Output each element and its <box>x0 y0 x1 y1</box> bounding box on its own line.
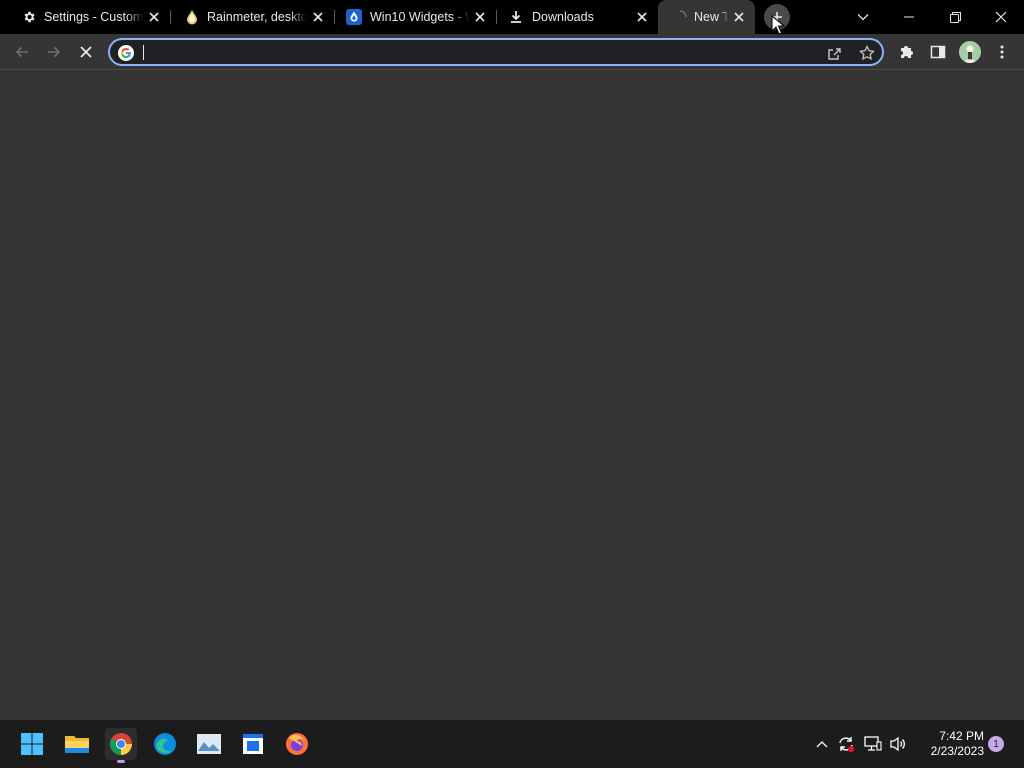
close-window-button[interactable] <box>978 0 1024 34</box>
close-tab-icon[interactable] <box>634 9 650 25</box>
back-button[interactable] <box>10 40 34 64</box>
win10-widgets-drop-icon <box>346 9 362 25</box>
file-explorer-button[interactable] <box>61 728 93 760</box>
tab-strip: Settings - Customi Rainmeter, desktop Wi… <box>0 0 1024 34</box>
stop-loading-button[interactable] <box>74 40 98 64</box>
taskbar-clock[interactable]: 7:42 PM 2/23/2023 <box>916 729 984 759</box>
tab-downloads[interactable]: Downloads <box>496 0 658 34</box>
clock-date: 2/23/2023 <box>930 744 984 758</box>
puzzle-icon <box>901 46 913 58</box>
tab-rainmeter[interactable]: Rainmeter, desktop <box>170 0 334 34</box>
show-hidden-icons-button[interactable] <box>812 734 832 754</box>
photos-button[interactable] <box>193 728 225 760</box>
firefox-button[interactable] <box>281 728 313 760</box>
page-content <box>0 71 1024 720</box>
firefox-icon <box>286 733 308 755</box>
stop-icon <box>80 46 92 58</box>
tab-title: Downloads <box>532 10 594 24</box>
side-panel-button[interactable] <box>926 40 950 64</box>
download-icon <box>508 9 524 25</box>
loading-icon <box>672 9 688 25</box>
chrome-taskbar-button[interactable] <box>105 728 137 763</box>
tab-title: Win10 Widgets - W <box>370 10 470 24</box>
minimize-button[interactable] <box>886 0 932 34</box>
edge-icon <box>154 733 176 755</box>
restore-button[interactable] <box>932 0 978 34</box>
address-bar[interactable] <box>108 38 884 66</box>
tab-title: Settings - Customi <box>44 10 144 24</box>
tab-title: Rainmeter, desktop <box>207 10 307 24</box>
close-tab-icon[interactable] <box>731 9 747 25</box>
start-button[interactable] <box>16 728 48 760</box>
sync-tray-icon[interactable] <box>836 734 856 754</box>
edge-button[interactable] <box>149 728 181 760</box>
restore-icon <box>949 11 961 23</box>
forward-arrow-icon <box>48 46 61 58</box>
rainmeter-drop-icon <box>184 9 200 25</box>
photos-icon <box>197 734 221 754</box>
notepad-button[interactable] <box>237 728 269 760</box>
close-tab-icon[interactable] <box>146 9 162 25</box>
avatar-icon <box>959 41 981 63</box>
google-icon <box>118 45 134 61</box>
mouse-cursor-icon <box>771 15 785 35</box>
close-tab-icon[interactable] <box>310 9 326 25</box>
forward-button[interactable] <box>42 40 66 64</box>
browser-window: Settings - Customi Rainmeter, desktop Wi… <box>0 0 1024 768</box>
tab-title: New Tab <box>694 10 728 24</box>
tab-settings[interactable]: Settings - Customi <box>0 0 170 34</box>
bookmark-star-icon[interactable] <box>858 44 876 62</box>
volume-icon[interactable] <box>888 734 908 754</box>
tab-win10-widgets[interactable]: Win10 Widgets - W <box>334 0 496 34</box>
folder-icon <box>65 736 89 753</box>
clock-time: 7:42 PM <box>939 729 984 743</box>
browser-toolbar <box>0 34 1024 70</box>
chevron-down-icon <box>857 14 869 21</box>
taskbar: 7:42 PM 2/23/2023 <box>0 720 1024 768</box>
share-icon[interactable] <box>826 44 844 62</box>
omnibox-input[interactable] <box>144 43 784 61</box>
back-arrow-icon <box>15 46 28 58</box>
network-icon[interactable] <box>863 734 883 754</box>
minimize-icon <box>904 16 914 18</box>
kebab-menu-icon <box>1000 45 1004 59</box>
notepad-icon <box>243 734 263 754</box>
extensions-button[interactable] <box>894 40 918 64</box>
tab-search-button[interactable] <box>840 0 886 34</box>
chevron-up-icon <box>816 741 828 748</box>
side-panel-icon <box>930 45 946 59</box>
windows-logo-icon <box>21 733 43 755</box>
tab-new-tab[interactable]: New Tab <box>658 0 755 34</box>
chrome-icon <box>110 733 132 755</box>
close-icon <box>995 11 1007 23</box>
notification-badge[interactable]: 1 <box>988 736 1004 752</box>
close-tab-icon[interactable] <box>472 9 488 25</box>
profile-avatar[interactable] <box>959 41 981 63</box>
gear-icon <box>21 9 37 25</box>
chrome-menu-button[interactable] <box>990 40 1014 64</box>
